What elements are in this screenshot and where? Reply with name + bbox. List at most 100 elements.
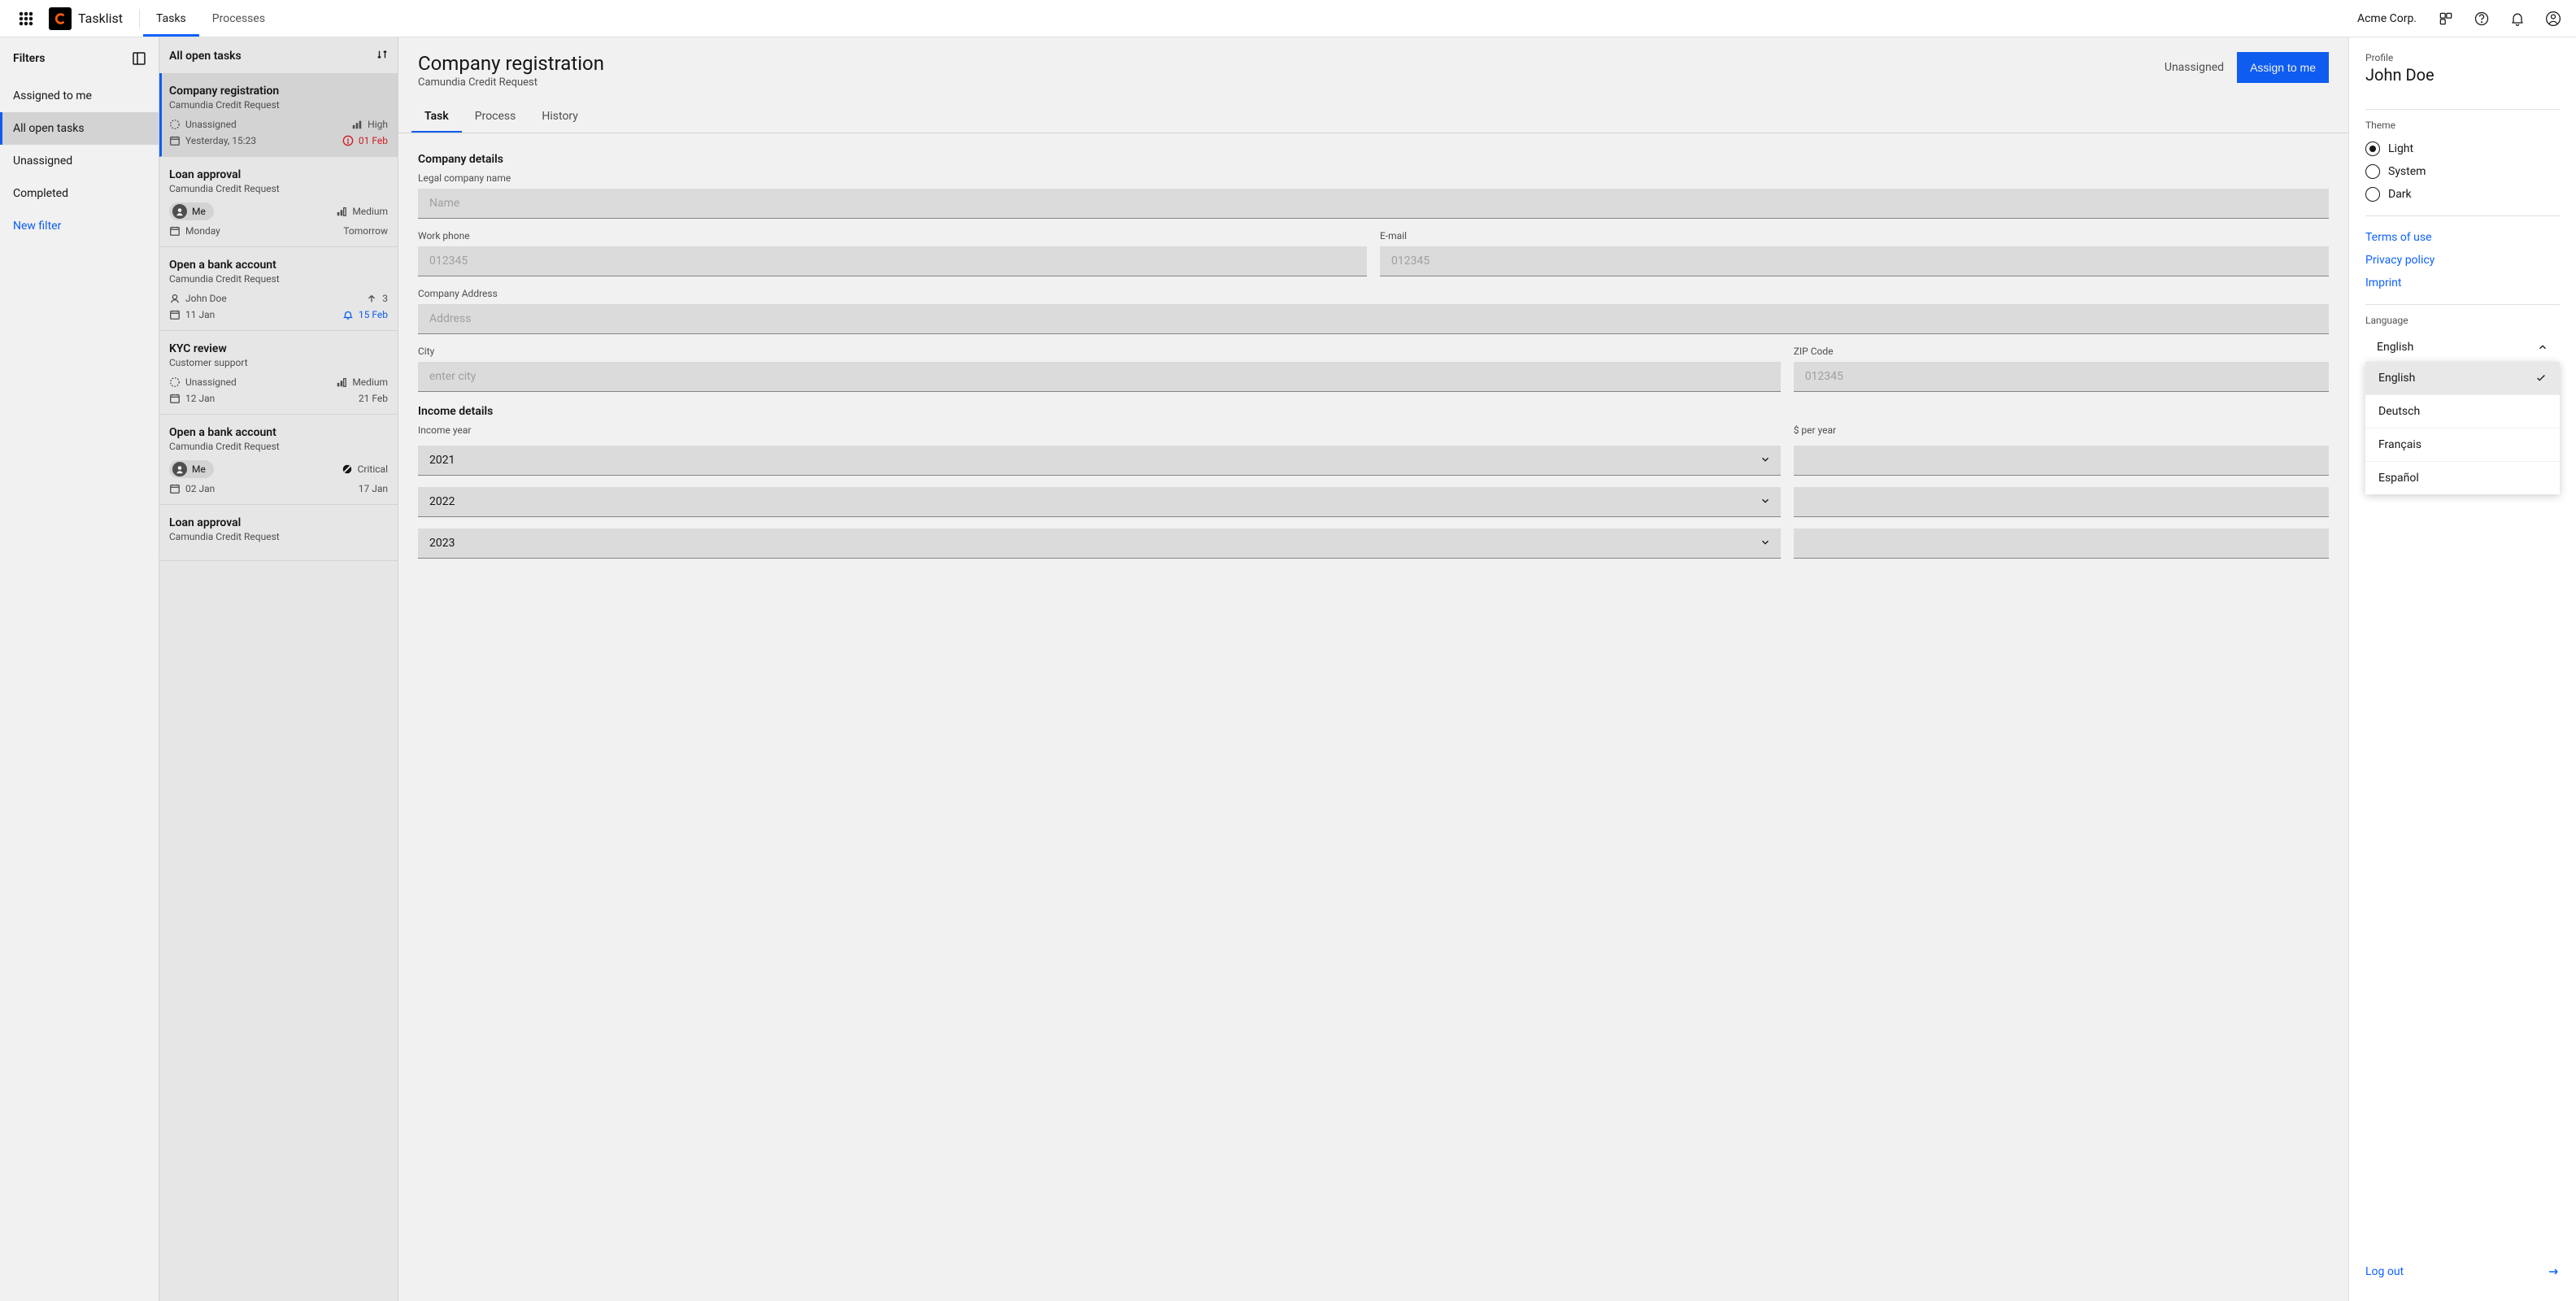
- arrow-right-icon: [2547, 1265, 2560, 1278]
- logout-button[interactable]: Log out: [2365, 1257, 2560, 1286]
- task-card[interactable]: Open a bank account Camundia Credit Requ…: [159, 247, 398, 331]
- income-year-select[interactable]: 2023: [418, 529, 1781, 559]
- task-card[interactable]: Loan approval Camundia Credit Request: [159, 505, 398, 561]
- logout-label: Log out: [2365, 1265, 2404, 1278]
- brand-logo-icon: [49, 7, 72, 30]
- tab-task[interactable]: Task: [411, 100, 462, 133]
- collapse-sidebar-icon[interactable]: [129, 49, 149, 68]
- theme-light-radio[interactable]: Light: [2365, 137, 2560, 160]
- divider: [2365, 215, 2560, 216]
- theme-dark-radio[interactable]: Dark: [2365, 183, 2560, 206]
- language-option-english[interactable]: English: [2365, 362, 2560, 395]
- theme-dark-label: Dark: [2388, 188, 2412, 201]
- language-option-label: English: [2378, 372, 2415, 385]
- company-details-heading: Company details: [418, 153, 2329, 166]
- divider: [2365, 109, 2560, 110]
- email-label: E-mail: [1380, 230, 2329, 241]
- task-card[interactable]: Company registration Camundia Credit Req…: [159, 73, 398, 157]
- user-avatar-icon[interactable]: [2537, 2, 2569, 35]
- chevron-up-icon: [2537, 342, 2548, 353]
- imprint-link[interactable]: Imprint: [2365, 272, 2560, 294]
- income-amount-input[interactable]: [1794, 529, 2329, 559]
- address-label: Company Address: [418, 288, 2329, 299]
- task-item-process: Camundia Credit Request: [169, 273, 388, 285]
- language-option-label: Deutsch: [2378, 405, 2420, 418]
- assignee-label: John Doe: [185, 293, 227, 304]
- assignment-status: Unassigned: [2165, 61, 2224, 74]
- assignee-label: Unassigned: [185, 119, 237, 130]
- task-item-title: Loan approval: [169, 516, 388, 529]
- assignee-chip: Me: [169, 460, 214, 478]
- assignee-chip: Me: [169, 202, 214, 220]
- filters-sidebar: Filters Assigned to me All open tasks Un…: [0, 37, 159, 1301]
- privacy-link[interactable]: Privacy policy: [2365, 249, 2560, 272]
- language-option-deutsch[interactable]: Deutsch: [2365, 395, 2560, 429]
- created-date: 02 Jan: [169, 483, 215, 494]
- income-year-select[interactable]: 2022: [418, 487, 1781, 517]
- work-phone-label: Work phone: [418, 230, 1367, 241]
- nav-tasks[interactable]: Tasks: [143, 0, 199, 37]
- topbar: Tasklist Tasks Processes Acme Corp.: [0, 0, 2576, 37]
- zip-label: ZIP Code: [1794, 346, 2329, 357]
- income-year-select[interactable]: 2021: [418, 446, 1781, 476]
- task-item-title: KYC review: [169, 342, 388, 355]
- profile-panel: Profile John Doe Theme Light System Dark…: [2348, 37, 2576, 1301]
- due-date: 21 Feb: [359, 393, 388, 404]
- task-item-process: Camundia Credit Request: [169, 99, 388, 111]
- task-list: All open tasks Company registration Camu…: [159, 37, 398, 1301]
- task-card[interactable]: KYC review Customer support UnassignedMe…: [159, 331, 398, 415]
- filter-unassigned[interactable]: Unassigned: [0, 145, 159, 177]
- terms-link[interactable]: Terms of use: [2365, 226, 2560, 249]
- language-option-label: Español: [2378, 472, 2419, 485]
- theme-system-radio[interactable]: System: [2365, 160, 2560, 183]
- due-date: 17 Jan: [359, 483, 388, 494]
- filters-heading: Filters: [13, 52, 45, 65]
- main-content: Filters Assigned to me All open tasks Un…: [0, 37, 2576, 1301]
- filter-assigned-to-me[interactable]: Assigned to me: [0, 80, 159, 112]
- filter-completed[interactable]: Completed: [0, 177, 159, 210]
- priority-label: Medium: [336, 206, 388, 217]
- address-input[interactable]: [418, 304, 2329, 334]
- due-date: 01 Feb: [342, 135, 388, 146]
- task-item-process: Customer support: [169, 357, 388, 368]
- theme-system-label: System: [2388, 165, 2426, 178]
- income-amount-input[interactable]: [1794, 446, 2329, 476]
- legal-name-input[interactable]: [418, 189, 2329, 219]
- language-dropdown: English Deutsch Français Español: [2365, 362, 2560, 494]
- notifications-icon[interactable]: [2501, 2, 2534, 35]
- language-option-label: Français: [2378, 438, 2422, 451]
- language-option-espanol[interactable]: Español: [2365, 462, 2560, 494]
- filter-all-open-tasks[interactable]: All open tasks: [0, 112, 159, 145]
- zip-input[interactable]: [1794, 362, 2329, 392]
- task-card[interactable]: Open a bank account Camundia Credit Requ…: [159, 415, 398, 505]
- income-amount-input[interactable]: [1794, 487, 2329, 517]
- tab-history[interactable]: History: [529, 100, 591, 133]
- income-year-label: Income year: [418, 424, 1781, 436]
- assign-to-me-button[interactable]: Assign to me: [2237, 52, 2329, 83]
- email-input[interactable]: [1380, 246, 2329, 276]
- sort-icon[interactable]: [376, 49, 388, 63]
- tab-process[interactable]: Process: [462, 100, 529, 133]
- divider: [2365, 304, 2560, 305]
- task-card[interactable]: Loan approval Camundia Credit Request Me…: [159, 157, 398, 247]
- work-phone-input[interactable]: [418, 246, 1367, 276]
- task-item-process: Camundia Credit Request: [169, 531, 388, 542]
- city-input[interactable]: [418, 362, 1781, 392]
- created-date: Yesterday, 15:23: [169, 135, 256, 146]
- priority-label: Critical: [342, 463, 388, 475]
- per-year-label: $ per year: [1794, 424, 2329, 436]
- new-filter-link[interactable]: New filter: [0, 210, 159, 242]
- language-option-francais[interactable]: Français: [2365, 429, 2560, 462]
- assignee-label: Unassigned: [185, 376, 237, 388]
- profile-name: John Doe: [2365, 65, 2560, 85]
- help-icon[interactable]: [2465, 2, 2498, 35]
- language-select[interactable]: English: [2365, 333, 2560, 363]
- task-detail: Company registration Camundia Credit Req…: [398, 37, 2348, 1301]
- theme-label: Theme: [2365, 120, 2560, 131]
- org-name: Acme Corp.: [2357, 12, 2417, 25]
- created-date: 11 Jan: [169, 309, 215, 320]
- nav-processes[interactable]: Processes: [199, 0, 278, 37]
- modeler-icon[interactable]: [2430, 2, 2462, 35]
- profile-label: Profile: [2365, 52, 2560, 63]
- app-switcher-icon[interactable]: [10, 2, 42, 35]
